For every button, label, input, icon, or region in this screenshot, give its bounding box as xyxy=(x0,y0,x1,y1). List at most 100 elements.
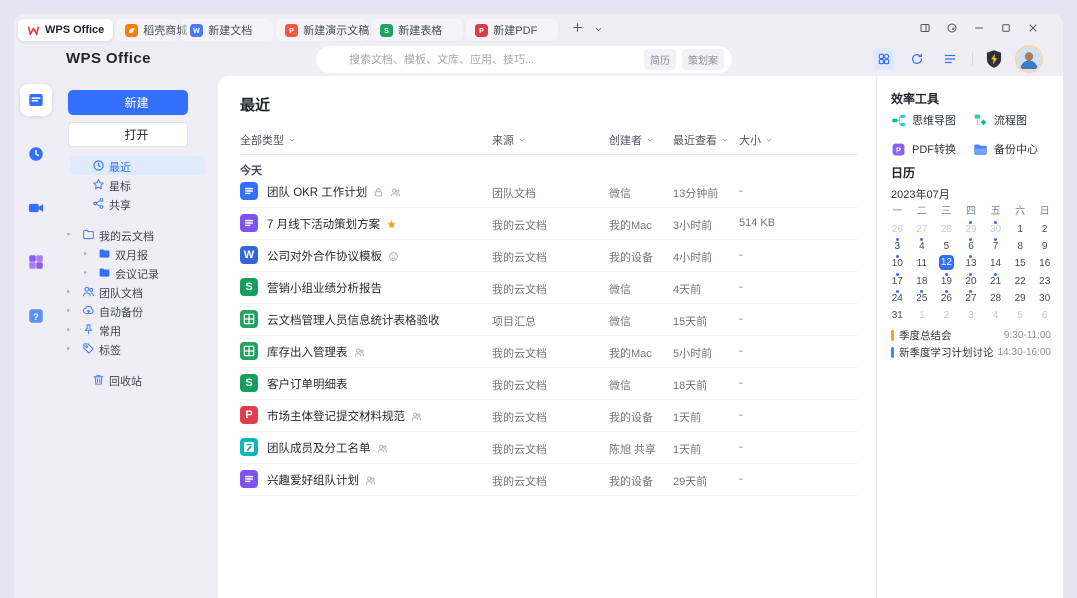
sidebar-item-星标[interactable]: 星标 xyxy=(58,175,218,194)
sidebar-item-标签[interactable]: 标签 xyxy=(58,339,218,358)
caret-right-icon[interactable] xyxy=(65,288,72,295)
calendar-day[interactable]: 24 xyxy=(885,289,910,306)
close-button[interactable] xyxy=(1027,22,1039,34)
calendar-day[interactable]: 7 xyxy=(983,237,1008,254)
calendar-day[interactable]: 26 xyxy=(934,289,959,306)
sync-button[interactable] xyxy=(906,48,928,70)
file-row[interactable]: 云文档管理人员信息统计表格验收项目汇总微信15天前- xyxy=(240,304,858,336)
calendar-day[interactable]: 4 xyxy=(910,237,935,254)
calendar-day[interactable]: 19 xyxy=(934,272,959,289)
calendar-day[interactable]: 31 xyxy=(885,306,910,323)
calendar-prev-icon[interactable] xyxy=(1022,187,1031,196)
sidebar-item-自动备份[interactable]: 自动备份 xyxy=(58,301,218,320)
calendar-day[interactable]: 27 xyxy=(910,220,935,237)
tab-document-3[interactable]: P新建演示文稿 xyxy=(276,19,368,41)
file-row[interactable]: P市场主体登记提交材料规范我的云文档我的设备1天前- xyxy=(240,400,858,432)
calendar-day[interactable]: 4 xyxy=(983,306,1008,323)
caret-right-icon[interactable] xyxy=(65,307,72,314)
split-view-button[interactable] xyxy=(919,22,931,34)
calendar-day[interactable]: 11 xyxy=(910,254,935,271)
file-row[interactable]: 兴趣爱好组队计划我的云文档我的设备29天前- xyxy=(240,464,858,496)
sidebar-item-常用[interactable]: 常用 xyxy=(58,320,218,339)
gear-icon[interactable] xyxy=(850,100,864,114)
calendar-day[interactable]: 28 xyxy=(983,289,1008,306)
calendar-day[interactable]: 29 xyxy=(959,220,984,237)
tab-document-1[interactable]: 稻壳商城 xyxy=(116,19,178,41)
calendar-day[interactable]: 5 xyxy=(934,237,959,254)
calendar-day[interactable]: 16 xyxy=(1032,254,1057,271)
calendar-day[interactable]: 30 xyxy=(983,220,1008,237)
file-row[interactable]: S营销小组业绩分析报告我的云文档微信4天前- xyxy=(240,272,858,304)
rail-item-meeting[interactable] xyxy=(20,192,52,224)
tool-思维导图[interactable]: 思维导图 xyxy=(891,112,973,128)
app-grid-button[interactable] xyxy=(873,48,895,70)
list-menu-button[interactable] xyxy=(939,48,961,70)
calendar-day[interactable]: 20 xyxy=(959,272,984,289)
tab-document-5[interactable]: P新建PDF xyxy=(466,19,558,41)
sidebar-item-我的云文档[interactable]: 我的云文档 xyxy=(58,225,218,244)
rail-item-apps[interactable] xyxy=(20,246,52,278)
file-row[interactable]: W公司对外合作协议模板我的云文档我的设备4小时前- xyxy=(240,240,858,272)
open-button[interactable]: 打开 xyxy=(68,122,188,147)
user-avatar[interactable] xyxy=(1015,45,1043,73)
caret-right-icon[interactable] xyxy=(65,326,72,333)
sidebar-item-最近[interactable]: 最近 xyxy=(58,156,218,175)
calendar-day[interactable]: 9 xyxy=(1032,237,1057,254)
sidebar-item-双月报[interactable]: 双月报 xyxy=(58,244,218,263)
calendar-day[interactable]: 2 xyxy=(1032,220,1057,237)
calendar-day[interactable]: 5 xyxy=(1008,306,1033,323)
file-row[interactable]: 库存出入管理表我的云文档我的Mac5小时前- xyxy=(240,336,858,368)
calendar-day[interactable]: 15 xyxy=(1008,254,1033,271)
theme-button[interactable] xyxy=(946,22,958,34)
calendar-day[interactable]: 21 xyxy=(983,272,1008,289)
vip-shield-icon[interactable] xyxy=(984,49,1004,69)
tab-list-menu-button[interactable] xyxy=(594,21,603,39)
calendar-event[interactable]: 季度总结会9:30-11:00 xyxy=(891,327,1051,344)
calendar-day[interactable]: 25 xyxy=(910,289,935,306)
file-row[interactable]: 团队 OKR 工作计划团队文档微信13分钟前- xyxy=(240,176,858,208)
caret-right-icon[interactable] xyxy=(65,345,72,352)
sidebar-item-会议记录[interactable]: 会议记录 xyxy=(58,263,218,282)
file-row[interactable]: S客户订单明细表我的云文档微信18天前- xyxy=(240,368,858,400)
search-tag[interactable]: 简历 xyxy=(644,49,676,70)
calendar-next-icon[interactable] xyxy=(1041,187,1050,196)
calendar-day[interactable]: 23 xyxy=(1032,272,1057,289)
calendar-day[interactable]: 10 xyxy=(885,254,910,271)
file-row[interactable]: 团队成员及分工名单我的云文档陈旭 共享1天前- xyxy=(240,432,858,464)
calendar-day[interactable]: 13 xyxy=(959,254,984,271)
calendar-day[interactable]: 28 xyxy=(934,220,959,237)
file-row[interactable]: 7 月线下活动策划方案我的云文档我的Mac3小时前514 KB xyxy=(240,208,858,240)
calendar-day-selected[interactable]: 12 xyxy=(934,254,959,271)
rail-item-docs[interactable] xyxy=(20,84,52,116)
search-input[interactable] xyxy=(347,53,638,67)
add-event-icon[interactable] xyxy=(1038,163,1050,175)
calendar-day[interactable]: 18 xyxy=(910,272,935,289)
filter-大小[interactable]: 大小 xyxy=(739,132,773,148)
filter-最近查看[interactable]: 最近查看 xyxy=(673,132,729,148)
tab-document-4[interactable]: S新建表格 xyxy=(371,19,463,41)
sidebar-item-回收站[interactable]: 回收站 xyxy=(58,370,218,389)
calendar-day[interactable]: 29 xyxy=(1008,289,1033,306)
calendar-day[interactable]: 27 xyxy=(959,289,984,306)
tool-PDF转换[interactable]: PPDF转换 xyxy=(891,141,973,157)
calendar-day[interactable]: 6 xyxy=(1032,306,1057,323)
calendar-day[interactable]: 26 xyxy=(885,220,910,237)
new-button[interactable]: 新建 xyxy=(68,90,188,115)
tab-home[interactable]: WPS Office xyxy=(18,19,113,41)
tool-备份中心[interactable]: 备份中心 xyxy=(973,141,1051,157)
new-tab-button[interactable] xyxy=(571,21,584,39)
filter-创建者[interactable]: 创建者 xyxy=(609,132,654,148)
calendar-day[interactable]: 30 xyxy=(1032,289,1057,306)
global-search[interactable]: 简历策划案 xyxy=(316,46,732,73)
calendar-day[interactable]: 22 xyxy=(1008,272,1033,289)
rail-item-help[interactable]: ? xyxy=(20,300,52,332)
filter-来源[interactable]: 来源 xyxy=(492,132,526,148)
tab-document-2[interactable]: W新建文档 xyxy=(181,19,273,41)
maximize-button[interactable] xyxy=(1000,22,1012,34)
tool-流程图[interactable]: 流程图 xyxy=(973,112,1051,128)
calendar-day[interactable]: 17 xyxy=(885,272,910,289)
calendar-day[interactable]: 14 xyxy=(983,254,1008,271)
search-tag[interactable]: 策划案 xyxy=(682,49,724,70)
caret-right-icon[interactable] xyxy=(82,269,89,276)
sidebar-item-团队文档[interactable]: 团队文档 xyxy=(58,282,218,301)
